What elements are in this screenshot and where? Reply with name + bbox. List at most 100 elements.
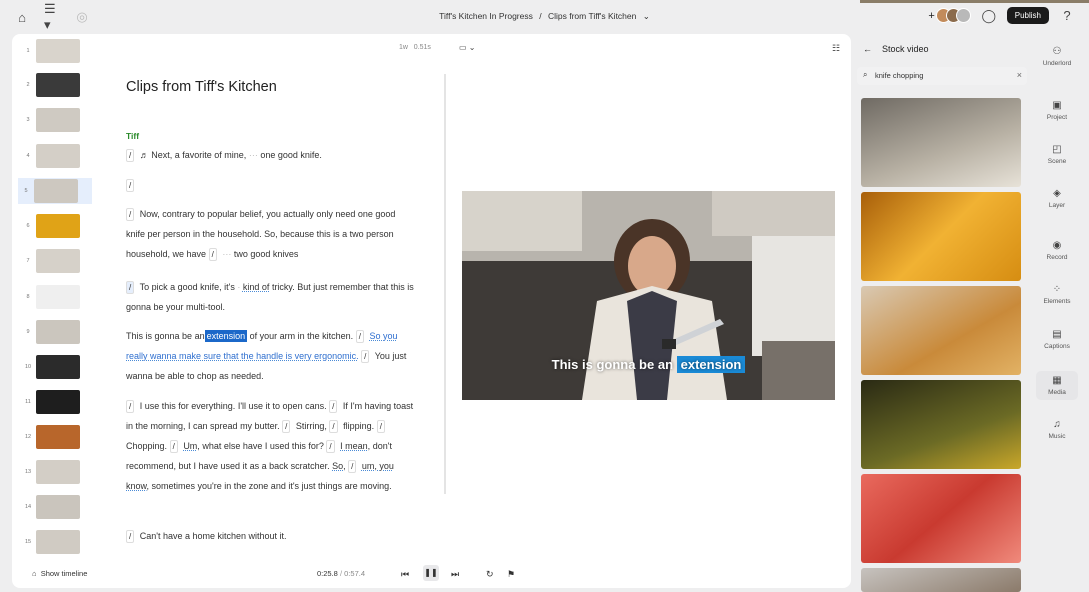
stock-video-thumbnail[interactable] [861,474,1021,563]
selected-word[interactable]: extension [204,330,248,342]
scene-thumbnail[interactable] [36,73,80,97]
transcript-text[interactable]: what else have I used this for? [202,441,324,451]
comment-icon[interactable]: ◯ [981,8,997,24]
scene-thumbnail[interactable] [36,495,80,519]
filler-word[interactable]: kind of [243,282,270,292]
transcript-text[interactable]: flipping. [343,421,374,431]
script-editor[interactable]: Clips from Tiff's Kitchen Tiff / ♬ Next,… [126,34,446,554]
tool-record[interactable]: ◉ Record [1036,240,1078,261]
scene-thumbnail[interactable] [34,179,78,203]
tool-captions[interactable]: ▤ Captions [1036,329,1078,350]
paragraph[interactable]: This is gonna be an extension of your arm… [126,326,416,386]
back-arrow-icon[interactable]: ← [863,44,872,54]
paragraph[interactable]: / Can't have a home kitchen without it. [126,526,416,546]
chevron-down-icon[interactable]: ⌄ [643,11,650,21]
transcript-text[interactable]: one good knife. [260,150,322,160]
panel-divider[interactable] [444,74,446,494]
scene-thumbnail[interactable] [36,214,80,238]
filler-word[interactable]: So, [332,461,346,471]
scene-thumbnail[interactable] [36,460,80,484]
scene-thumbnail[interactable] [36,390,80,414]
scene-thumbnail[interactable] [36,249,80,273]
scene-break[interactable]: / [169,440,178,453]
scene-break[interactable]: / [126,530,135,543]
scene-thumbnail-row[interactable]: 11 [20,389,90,415]
scene-thumbnail-row[interactable]: 15 [20,529,90,555]
search-input[interactable]: ⌕ knife chopping × [857,67,1027,85]
scene-break[interactable]: / [126,179,135,192]
close-icon[interactable]: × [1017,70,1022,80]
stock-video-thumbnail[interactable] [861,192,1021,281]
scene-break[interactable]: / [355,330,364,343]
bookmark-icon[interactable]: ⚑ [507,569,515,580]
paragraph[interactable]: / I use this for everything. I'll use it… [126,396,416,496]
transcript-text[interactable]: two good knives [234,249,299,259]
search-value[interactable]: knife chopping [875,71,923,80]
tool-underlord[interactable]: ⚇ Underlord [1036,46,1078,67]
scene-thumbnail-row[interactable]: 12 [20,424,90,450]
project-name[interactable]: Tiff's Kitchen In Progress [439,11,533,21]
filler-word[interactable]: Um, [183,441,200,451]
tool-project[interactable]: ▣ Project [1036,100,1078,121]
stock-video-thumbnail[interactable] [861,568,1021,592]
layout-toggle-icon[interactable]: ▭ ⌄ [459,43,475,52]
scene-thumbnail[interactable] [36,144,80,168]
scene-thumbnail[interactable] [36,108,80,132]
scene-thumbnail[interactable] [36,285,80,309]
scene-break[interactable]: / [361,350,370,363]
panel-toggle-icon[interactable]: ☷ [832,43,840,54]
scene-break[interactable]: / [376,420,385,433]
add-collaborator-icon[interactable]: + [928,10,934,22]
scene-thumbnail-row[interactable]: 9 [20,319,90,345]
transcript-text[interactable]: This is gonna be [126,331,192,341]
filler-word[interactable]: I mean, [340,441,370,451]
scene-break[interactable]: / [329,420,338,433]
scene-thumbnail[interactable] [36,39,80,63]
scene-thumbnail[interactable] [36,355,80,379]
video-preview[interactable]: This is gonna be an extension [462,191,835,400]
scene-thumbnail-row[interactable]: 3 [20,107,90,133]
scene-thumbnail-row[interactable]: 8 [20,284,90,310]
transcript-text[interactable]: Can't have a home kitchen without it. [140,531,287,541]
transcript-text[interactable]: To pick a good knife, it's [140,282,235,292]
paragraph[interactable]: / Now, contrary to popular belief, you a… [126,204,416,264]
scene-thumbnail-row[interactable]: 14 [20,494,90,520]
transcript-text[interactable]: I'll use it to open cans. [238,401,327,411]
tool-elements[interactable]: ⁘ Elements [1036,284,1078,305]
scene-thumbnail[interactable] [36,425,80,449]
transcript-text[interactable]: of your arm in the kitchen. [250,331,354,341]
paragraph[interactable]: / To pick a good knife, it's · kind of t… [126,277,416,317]
scene-thumbnail[interactable] [36,530,80,554]
transcript-text[interactable]: I use this for everything. [140,401,236,411]
pause-button[interactable]: ❚❚ [423,565,439,581]
stock-video-thumbnail[interactable] [861,98,1021,187]
publish-button[interactable]: Publish [1006,7,1049,24]
transcript-text[interactable]: Next, a favorite of mine, [151,150,246,160]
stock-video-thumbnail[interactable] [861,380,1021,469]
scene-thumbnail-row[interactable]: 7 [20,248,90,274]
stock-video-thumbnail[interactable] [861,286,1021,375]
composition-name[interactable]: Clips from Tiff's Kitchen [548,11,636,21]
collaborators[interactable]: + [928,8,971,23]
tool-music[interactable]: ♫ Music [1036,419,1078,440]
scene-thumbnail-row[interactable]: 6 [20,213,90,239]
scene-thumbnail-row[interactable]: 1 [20,38,90,64]
speaker-label[interactable]: Tiff [126,131,139,141]
scene-break[interactable]: / [282,420,291,433]
scene-break[interactable]: / [348,460,357,473]
scene-thumbnail-row[interactable]: 5 [18,178,92,204]
paragraph[interactable]: / ♬ Next, a favorite of mine, ··· one go… [126,145,416,165]
scene-break[interactable]: / [329,400,338,413]
skip-forward-icon[interactable]: ⏭ [451,569,459,580]
scene-thumbnail-row[interactable]: 4 [20,143,90,169]
page-title[interactable]: Clips from Tiff's Kitchen [126,79,277,95]
tool-layer[interactable]: ◈ Layer [1036,188,1078,209]
scene-break[interactable]: / [326,440,335,453]
loop-icon[interactable]: ↻ [486,569,494,580]
scene-break[interactable]: / [208,248,217,261]
skip-back-icon[interactable]: ⏮ [401,569,409,580]
scene-thumbnail-row[interactable]: 2 [20,72,90,98]
tool-media[interactable]: ▦ Media [1036,371,1078,400]
transcript-text[interactable]: Chopping. [126,441,167,451]
transcript-text[interactable]: an [195,331,205,341]
